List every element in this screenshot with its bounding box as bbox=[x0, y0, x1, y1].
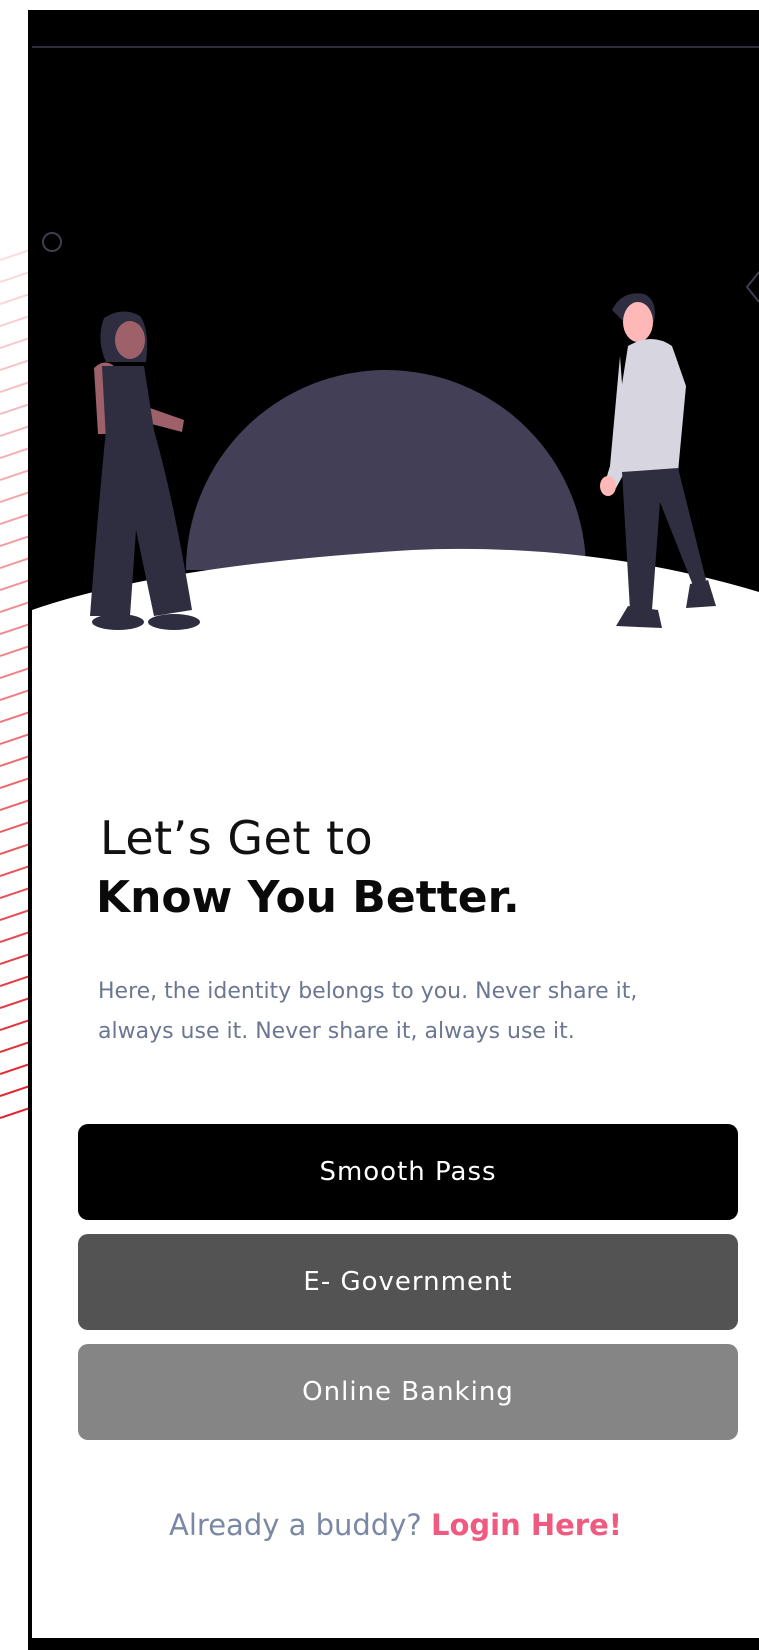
decorative-stripes bbox=[0, 0, 30, 1638]
status-bar-divider bbox=[32, 46, 759, 48]
smooth-pass-button[interactable]: Smooth Pass bbox=[78, 1124, 738, 1220]
onboarding-screen: Let’s Get to Know You Better. Here, the … bbox=[32, 10, 759, 1638]
online-banking-button[interactable]: Online Banking bbox=[78, 1344, 738, 1440]
headline-main: Know You Better. bbox=[96, 872, 520, 923]
login-prompt: Already a buddy? Login Here! bbox=[32, 1508, 759, 1542]
e-government-button[interactable]: E- Government bbox=[78, 1234, 738, 1330]
hero-illustration bbox=[32, 10, 759, 690]
login-prompt-text: Already a buddy? bbox=[169, 1508, 422, 1542]
login-link[interactable]: Login Here! bbox=[431, 1508, 622, 1542]
headline-intro: Let’s Get to bbox=[100, 811, 374, 865]
subtitle-text: Here, the identity belongs to you. Never… bbox=[98, 979, 638, 1044]
